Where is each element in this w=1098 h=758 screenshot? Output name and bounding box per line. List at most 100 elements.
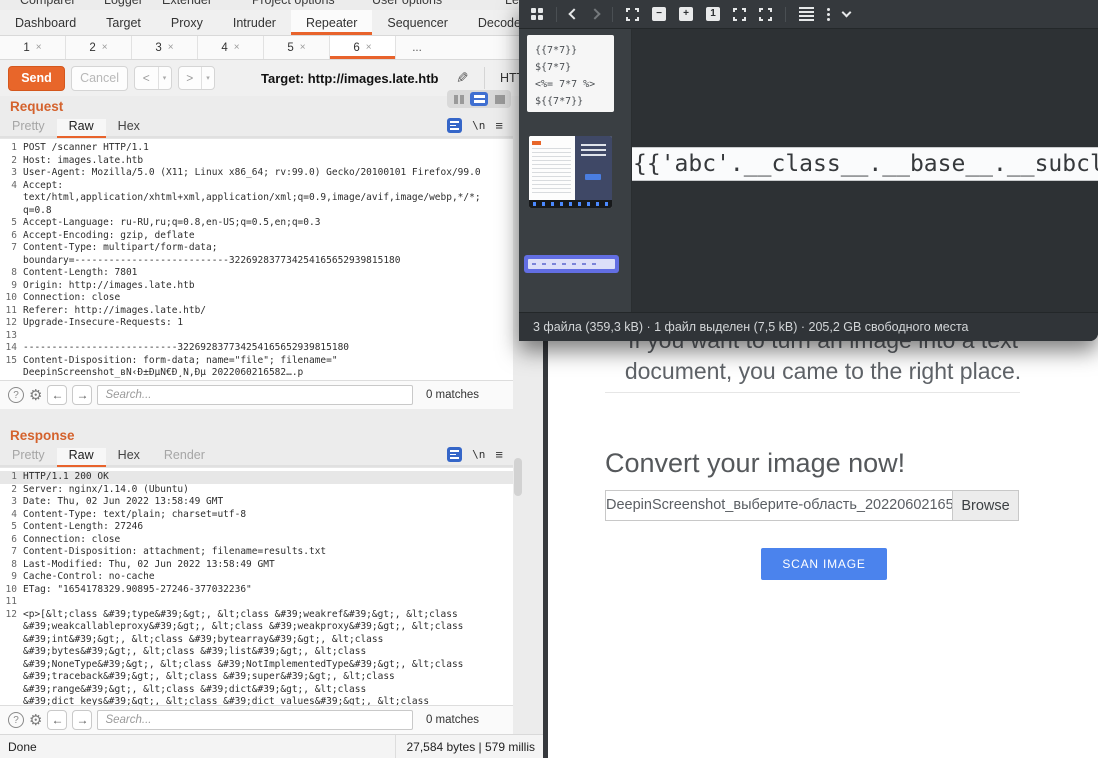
newline-toggle[interactable]: \n bbox=[472, 448, 485, 461]
panel-splitter[interactable] bbox=[0, 409, 543, 425]
request-search-input[interactable] bbox=[97, 385, 413, 405]
next-match-button[interactable]: → bbox=[72, 710, 92, 730]
repeater-tab[interactable]: 3× bbox=[132, 36, 198, 59]
burp-top-menu: Comparer Logger Extender Project options… bbox=[0, 0, 543, 10]
menu-tab-user-options[interactable]: User options bbox=[372, 0, 442, 8]
file-upload-field[interactable]: DeepinScreenshot_выберите-область_202206… bbox=[605, 490, 1019, 521]
response-line: &#39;NoneType&#39;&gt;, &lt;class &#39;N… bbox=[0, 659, 513, 672]
prev-match-button[interactable]: ← bbox=[47, 710, 67, 730]
thumbnail-selected-file[interactable] bbox=[524, 255, 619, 273]
prev-match-button[interactable]: ← bbox=[47, 385, 67, 405]
close-icon[interactable]: × bbox=[168, 42, 174, 53]
close-icon[interactable]: × bbox=[102, 42, 108, 53]
menu-tab-extender[interactable]: Extender bbox=[162, 0, 212, 8]
menu-tab-comparer[interactable]: Comparer bbox=[20, 0, 76, 8]
gear-icon[interactable]: ⚙ bbox=[29, 388, 42, 403]
actual-size-icon[interactable]: 1 bbox=[706, 7, 720, 21]
divider bbox=[484, 67, 485, 89]
close-icon[interactable]: × bbox=[234, 42, 240, 53]
request-line: 1POST /scanner HTTP/1.1 bbox=[0, 142, 513, 155]
thumbnail-ssti-payloads[interactable]: {{7*7}}${7*7}<%= 7*7 %>${{7*7}} bbox=[527, 35, 614, 112]
more-tabs-button[interactable]: ... bbox=[396, 36, 438, 59]
word-wrap-icon[interactable] bbox=[447, 118, 462, 133]
help-icon[interactable]: ? bbox=[8, 712, 24, 728]
send-button[interactable]: Send bbox=[8, 66, 65, 91]
main-tab[interactable]: Repeater bbox=[291, 10, 372, 35]
divider bbox=[556, 7, 557, 22]
request-editor[interactable]: 1POST /scanner HTTP/1.12Host: images.lat… bbox=[0, 138, 513, 380]
response-view-tabs: PrettyRawHexRender \n ≡ bbox=[0, 445, 513, 467]
view-tab[interactable]: Hex bbox=[106, 448, 152, 465]
response-search-input[interactable] bbox=[97, 710, 413, 730]
response-search-bar: ? ⚙ ← → 0 matches bbox=[0, 705, 513, 734]
newline-toggle[interactable]: \n bbox=[472, 119, 485, 132]
request-line: 2Host: images.late.htb bbox=[0, 155, 513, 168]
history-back-button[interactable]: < ▾ bbox=[134, 66, 172, 90]
fit-view-icon[interactable] bbox=[626, 8, 639, 21]
text-preview-band: {{'abc'.__class__.__base__.__subclasses_… bbox=[632, 147, 1098, 181]
chevron-down-icon[interactable]: ▾ bbox=[158, 67, 171, 89]
view-tab[interactable]: Raw bbox=[57, 448, 106, 465]
view-tab[interactable]: Render bbox=[152, 448, 217, 465]
back-icon[interactable] bbox=[568, 8, 579, 19]
repeater-tab[interactable]: 6× bbox=[330, 36, 396, 59]
chevron-down-icon[interactable]: ▾ bbox=[201, 67, 214, 89]
main-tab[interactable]: Intruder bbox=[218, 10, 291, 35]
single-layout-icon[interactable] bbox=[491, 92, 509, 106]
request-line: 13 bbox=[0, 330, 513, 343]
shrink-view-icon[interactable] bbox=[759, 8, 772, 21]
next-match-button[interactable]: → bbox=[72, 385, 92, 405]
repeater-tab[interactable]: 4× bbox=[198, 36, 264, 59]
zoom-in-icon[interactable]: + bbox=[679, 7, 693, 21]
chevron-down-icon[interactable] bbox=[842, 8, 852, 18]
repeater-tab[interactable]: 5× bbox=[264, 36, 330, 59]
main-tab[interactable]: Dashboard bbox=[0, 10, 91, 35]
grid-view-icon[interactable] bbox=[531, 8, 543, 20]
view-tab[interactable]: Hex bbox=[106, 119, 152, 136]
repeater-tab[interactable]: 1× bbox=[0, 36, 66, 59]
scan-image-button[interactable]: SCAN IMAGE bbox=[761, 548, 887, 580]
fullscreen-icon[interactable] bbox=[733, 8, 746, 21]
history-forward-button[interactable]: > ▾ bbox=[178, 66, 216, 90]
rows-layout-icon[interactable] bbox=[470, 92, 488, 106]
menu-tab-project-options[interactable]: Project options bbox=[252, 0, 335, 8]
edit-pencil-icon[interactable]: ✎ bbox=[456, 69, 469, 87]
response-line: &#39;bytes&#39;&gt;, &lt;class &#39;list… bbox=[0, 646, 513, 659]
thumbnail-screenshot[interactable] bbox=[529, 136, 612, 208]
menu-icon[interactable]: ≡ bbox=[495, 118, 503, 133]
view-tab[interactable]: Raw bbox=[57, 119, 106, 136]
viewer-preview-area[interactable]: {{'abc'.__class__.__base__.__subclasses_… bbox=[632, 29, 1098, 312]
cancel-button[interactable]: Cancel bbox=[71, 66, 128, 91]
request-line: 14---------------------------32269283773… bbox=[0, 342, 513, 355]
screenshot-right-pane bbox=[575, 136, 612, 200]
repeater-tab[interactable]: 2× bbox=[66, 36, 132, 59]
word-wrap-icon[interactable] bbox=[447, 447, 462, 462]
main-tab[interactable]: Target bbox=[91, 10, 156, 35]
browse-button[interactable]: Browse bbox=[952, 491, 1018, 520]
request-line: 11Referer: http://images.late.htb/ bbox=[0, 305, 513, 318]
main-tab[interactable]: Proxy bbox=[156, 10, 218, 35]
columns-layout-icon[interactable] bbox=[450, 92, 468, 106]
forward-icon[interactable] bbox=[589, 8, 600, 19]
menu-tab-logger[interactable]: Logger bbox=[104, 0, 143, 8]
response-line: 3Date: Thu, 02 Jun 2022 13:58:49 GMT bbox=[0, 496, 513, 509]
list-view-icon[interactable] bbox=[799, 7, 814, 21]
response-line: 4Content-Type: text/plain; charset=utf-8 bbox=[0, 509, 513, 522]
response-line: 6Connection: close bbox=[0, 534, 513, 547]
convert-heading: Convert your image now! bbox=[605, 448, 905, 479]
selected-filename: DeepinScreenshot_выберите-область_202206… bbox=[606, 491, 952, 520]
kebab-menu-icon[interactable] bbox=[827, 8, 830, 21]
response-viewer[interactable]: 1HTTP/1.1 200 OK2Server: nginx/1.14.0 (U… bbox=[0, 467, 513, 705]
view-tab[interactable]: Pretty bbox=[0, 119, 57, 136]
zoom-out-icon[interactable]: − bbox=[652, 7, 666, 21]
close-icon[interactable]: × bbox=[300, 42, 306, 53]
help-icon[interactable]: ? bbox=[8, 387, 24, 403]
close-icon[interactable]: × bbox=[366, 42, 372, 53]
close-icon[interactable]: × bbox=[36, 42, 42, 53]
view-tab[interactable]: Pretty bbox=[0, 448, 57, 465]
menu-icon[interactable]: ≡ bbox=[495, 447, 503, 462]
request-line: 3User-Agent: Mozilla/5.0 (X11; Linux x86… bbox=[0, 167, 513, 180]
gear-icon[interactable]: ⚙ bbox=[29, 713, 42, 728]
main-tab[interactable]: Sequencer bbox=[372, 10, 462, 35]
scrollbar-thumb[interactable] bbox=[514, 458, 522, 496]
